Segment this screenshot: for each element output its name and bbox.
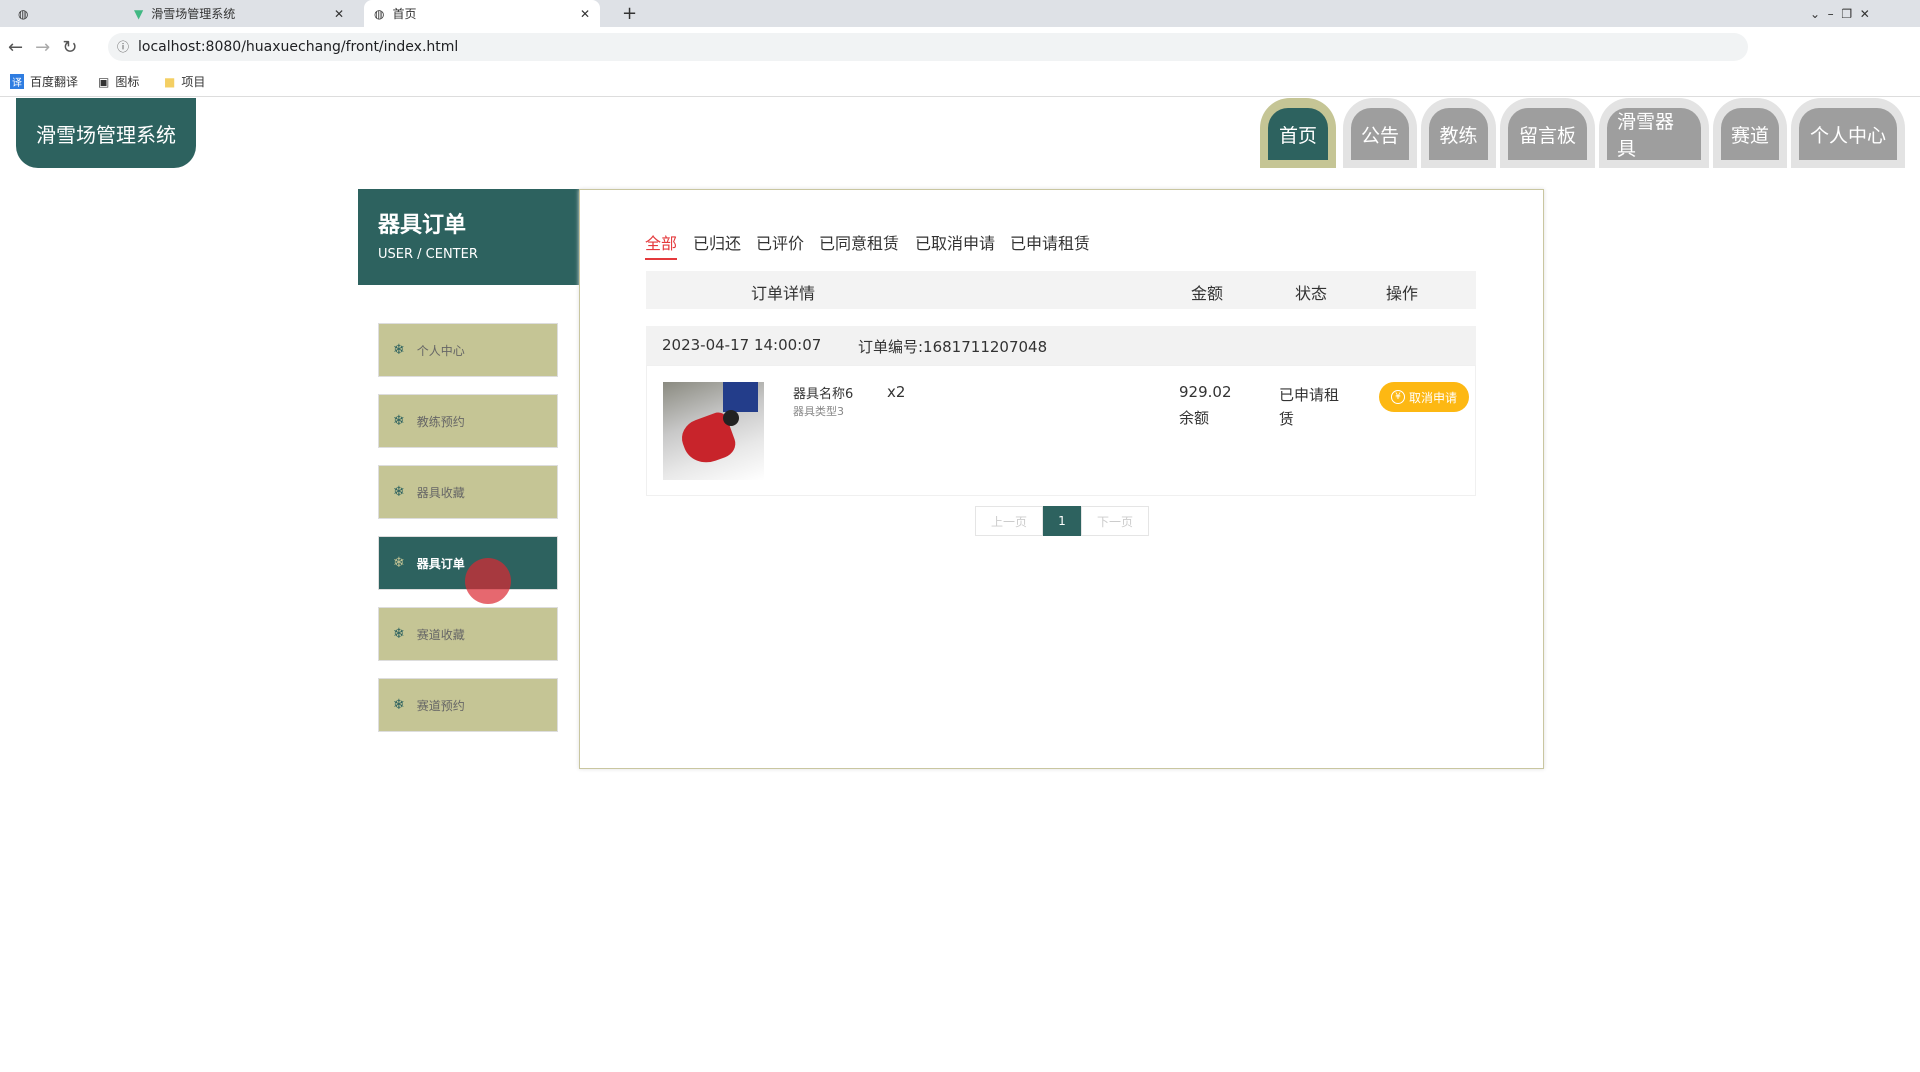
snowflake-icon: ❄ (393, 626, 405, 642)
sidebar-item-label: 教练预约 (416, 414, 465, 429)
filter-reviewed[interactable]: 已评价 (756, 230, 804, 258)
window-controls[interactable]: ⌄ – ❐ ✕ (1800, 0, 1880, 27)
back-icon[interactable]: ← (8, 37, 23, 58)
nav-buttons: ← → ↻ (8, 33, 98, 61)
order-time: 2023-04-17 14:00:07 (662, 336, 822, 354)
bookmark[interactable]: 译百度翻译 (10, 73, 78, 90)
snowflake-icon: ❄ (393, 697, 405, 713)
snowflake-icon: ❄ (393, 413, 405, 429)
nav-message-board[interactable]: 留言板 (1500, 98, 1595, 168)
nav-label: 首页 (1268, 108, 1328, 160)
sidebar-item-equipment-favorites[interactable]: ❄ 器具收藏 (378, 465, 558, 519)
nav-user-center[interactable]: 个人中心 (1791, 98, 1905, 168)
sidebar-item-track-favorites[interactable]: ❄ 赛道收藏 (378, 607, 558, 661)
equipment-name[interactable]: 器具名称6 (793, 383, 853, 402)
info-icon[interactable]: ⓘ (108, 33, 138, 61)
url-input[interactable]: ⓘ localhost:8080/huaxuechang/front/index.… (108, 33, 1748, 61)
sidebar-item-label: 器具订单 (416, 556, 465, 571)
close-icon[interactable]: ✕ (580, 7, 590, 21)
url-text: localhost:8080/huaxuechang/front/index.h… (138, 39, 459, 55)
bookmark-label: 项目 (181, 75, 206, 89)
globe-icon: ◍ (374, 6, 385, 21)
nav-coach[interactable]: 教练 (1421, 98, 1496, 168)
sidebar-item-label: 赛道预约 (416, 698, 465, 713)
equipment-type: 器具类型3 (793, 405, 844, 418)
column-header: 状态 (1295, 284, 1328, 303)
helmet-shape (723, 410, 739, 426)
filter-all[interactable]: 全部 (645, 230, 678, 260)
bookmark-label: 图标 (115, 75, 140, 89)
table-header: 订单详情 金额 状态 操作 (646, 271, 1476, 309)
sidebar-header: 器具订单 USER / CENTER (358, 189, 579, 285)
quantity: x2 (887, 383, 906, 401)
column-header: 金额 (1191, 284, 1224, 303)
sidebar-item-user-center[interactable]: ❄ 个人中心 (378, 323, 558, 377)
bookmarks-bar: 译百度翻译 ▣ 图标 ■ 项目 (0, 67, 1920, 97)
page-button[interactable]: 1 (1043, 506, 1081, 536)
next-page-button[interactable]: 下一页 (1081, 506, 1149, 536)
bookmark[interactable]: ■ 项目 (164, 73, 205, 90)
filter-approved[interactable]: 已同意租赁 (819, 230, 899, 258)
bookmark[interactable]: ▣ 图标 (98, 73, 139, 90)
nav-label: 留言板 (1508, 108, 1587, 160)
snowflake-icon: ❄ (393, 342, 405, 358)
nav-home[interactable]: 首页 (1260, 98, 1336, 168)
browser-tab-active[interactable]: ◍ 首页 ✕ (364, 0, 600, 27)
snowflake-icon: ❄ (393, 484, 405, 500)
reload-icon[interactable]: ↻ (62, 37, 77, 58)
globe-icon[interactable]: ◍ (8, 0, 38, 27)
bookmark-label: 百度翻译 (30, 75, 79, 89)
tab-title: 首页 (392, 7, 417, 21)
browser-tab[interactable]: ▼ 滑雪场管理系统 ✕ (124, 0, 354, 27)
filter-cancelled[interactable]: 已取消申请 (915, 230, 995, 258)
nav-label: 滑雪器具 (1607, 108, 1701, 160)
sidebar-subtitle: USER / CENTER (378, 247, 478, 262)
yen-icon: ¥ (1390, 390, 1405, 404)
sidebar-item-label: 器具收藏 (416, 485, 465, 500)
order-number: 订单编号:1681711207048 (858, 338, 1048, 356)
vue-icon: ▼ (134, 6, 144, 21)
button-label: 取消申请 (1408, 390, 1457, 405)
order-row-header: 2023-04-17 14:00:07 订单编号:1681711207048 (646, 326, 1476, 365)
forward-icon[interactable]: → (35, 37, 50, 58)
nav-notice[interactable]: 公告 (1343, 98, 1417, 168)
amount: 929.02 (1179, 383, 1232, 401)
nav-label: 个人中心 (1799, 108, 1897, 160)
new-tab-button[interactable]: + (612, 0, 647, 27)
browser-tab-strip: ◍ ▼ 滑雪场管理系统 ✕ ◍ 首页 ✕ + ⌄ – ❐ ✕ (0, 0, 1920, 27)
filter-returned[interactable]: 已归还 (693, 230, 741, 258)
nav-label: 公告 (1351, 108, 1409, 160)
snowflake-icon: ❄ (393, 555, 405, 571)
translate-icon: 译 (10, 74, 24, 89)
table-row: 器具名称6 器具类型3 x2 929.02 余额 已申请租赁 ¥ 取消申请 (646, 365, 1476, 496)
click-indicator (465, 558, 511, 604)
pagination: 上一页 1 下一页 (975, 506, 1149, 536)
cancel-application-button[interactable]: ¥ 取消申请 (1379, 382, 1469, 412)
nav-equipment[interactable]: 滑雪器具 (1599, 98, 1709, 168)
order-status: 已申请租赁 (1279, 386, 1340, 428)
nav-track[interactable]: 赛道 (1713, 98, 1787, 168)
sidebar-item-label: 个人中心 (416, 343, 465, 358)
column-header: 订单详情 (751, 284, 816, 303)
sidebar-item-label: 赛道收藏 (416, 627, 465, 642)
folder-icon: ■ (164, 74, 176, 89)
nav-label: 赛道 (1721, 108, 1779, 160)
address-bar-row: ← → ↻ ⓘ localhost:8080/huaxuechang/front/… (0, 27, 1920, 67)
prev-page-button[interactable]: 上一页 (975, 506, 1043, 536)
tab-title: 滑雪场管理系统 (151, 7, 236, 21)
equipment-image[interactable] (663, 382, 764, 480)
sidebar-item-track-booking[interactable]: ❄ 赛道预约 (378, 678, 558, 732)
filter-applied[interactable]: 已申请租赁 (1010, 230, 1090, 258)
column-header: 操作 (1386, 284, 1419, 303)
sidebar-title: 器具订单 (378, 213, 467, 238)
flag-shape (723, 382, 758, 412)
sidebar-item-coach-booking[interactable]: ❄ 教练预约 (378, 394, 558, 448)
close-icon[interactable]: ✕ (334, 7, 344, 21)
payment-method: 余额 (1179, 409, 1210, 427)
flag-icon: ▣ (98, 74, 110, 89)
site-logo[interactable]: 滑雪场管理系统 (16, 98, 196, 168)
nav-label: 教练 (1429, 108, 1488, 160)
